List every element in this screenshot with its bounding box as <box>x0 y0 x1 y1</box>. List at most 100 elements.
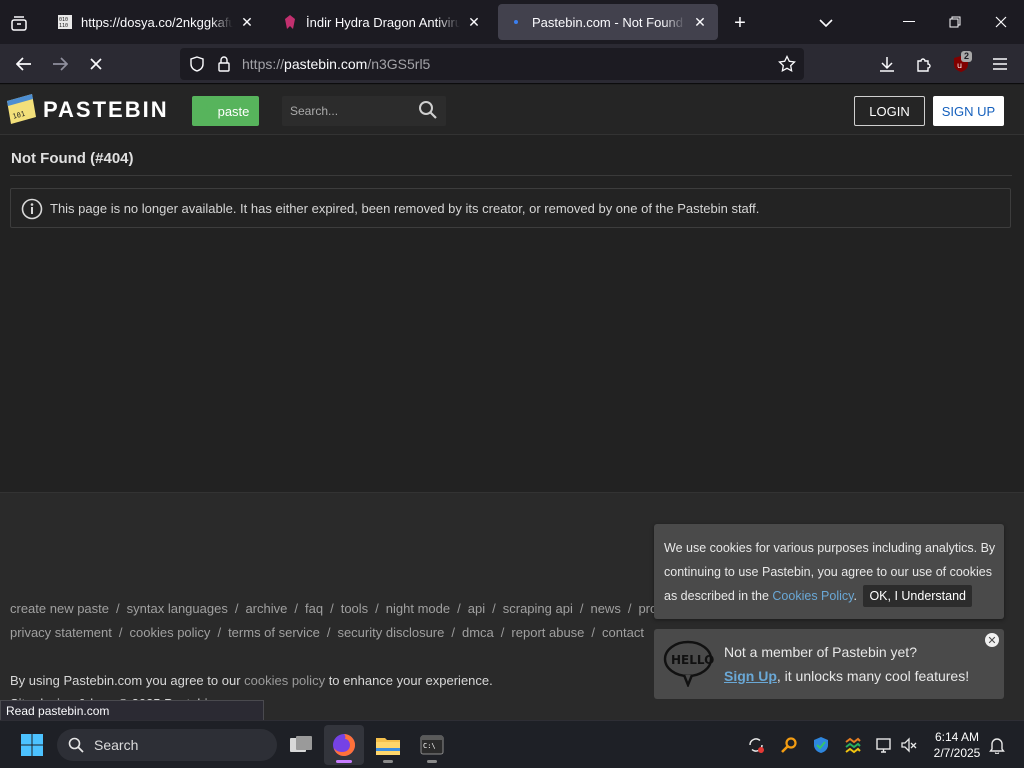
link-separator: / <box>451 625 455 640</box>
extension-count-badge: 2 <box>961 51 973 62</box>
member-signup-popup: HELLO Not a member of Pastebin yet? Sign… <box>654 629 1004 699</box>
link-separator: / <box>457 601 461 616</box>
url-scheme: https:// <box>242 56 285 72</box>
footer-link[interactable]: scraping api <box>503 601 573 616</box>
view-recent-browsing-icon[interactable] <box>8 12 30 34</box>
volume-muted-icon[interactable] <box>899 735 919 755</box>
hydra-favicon-icon <box>285 15 295 29</box>
link-separator: / <box>591 625 596 640</box>
windows-start-icon[interactable] <box>12 725 52 765</box>
footer-link[interactable]: syntax languages <box>127 601 228 616</box>
downloads-icon[interactable] <box>871 48 903 80</box>
url-text[interactable]: https://pastebin.com/n3GS5rl5 <box>242 56 430 72</box>
cookies-policy-link[interactable]: cookies policy <box>244 673 325 688</box>
cookie-consent-text: We use cookies for various purposes incl… <box>664 536 999 608</box>
clock-date: 2/7/2025 <box>933 746 981 760</box>
footer-link[interactable]: contact <box>602 625 644 640</box>
bookmark-star-icon[interactable] <box>778 55 796 73</box>
cookie-ok-button[interactable]: OK, I Understand <box>863 585 973 607</box>
cookie-period: . <box>853 589 857 603</box>
footer-link[interactable]: night mode <box>386 601 450 616</box>
link-separator: / <box>234 601 239 616</box>
back-arrow-icon[interactable] <box>8 48 40 80</box>
lock-icon[interactable] <box>217 56 231 72</box>
cookies-policy-link[interactable]: Cookies Policy <box>772 589 853 603</box>
footer-link[interactable]: dmca <box>462 625 494 640</box>
url-host: pastebin.com <box>284 56 368 72</box>
paste-label: paste <box>217 103 250 119</box>
footer-link[interactable]: report abuse <box>511 625 584 640</box>
tracking-protection-shield-icon[interactable] <box>189 56 205 72</box>
search-icon[interactable] <box>418 100 438 120</box>
footer-link[interactable]: create new paste <box>10 601 109 616</box>
colorful-app-tray-icon[interactable] <box>843 735 863 755</box>
minimize-window-icon[interactable] <box>886 0 932 44</box>
tab-title: Pastebin.com - Not Found (#404) <box>532 14 686 30</box>
tab-title: https://dosya.co/2nkggkafuw21 <box>81 14 233 30</box>
link-separator: / <box>326 625 331 640</box>
svg-text:u: u <box>957 61 962 70</box>
svg-text:110: 110 <box>59 23 68 29</box>
terminal-icon[interactable]: C:\ <box>412 725 452 765</box>
pastebin-header: 101 PASTEBIN paste LOGIN SIGN UP <box>0 85 1024 135</box>
sync-update-icon[interactable] <box>746 735 766 755</box>
running-app-indicator <box>427 760 437 763</box>
extensions-puzzle-icon[interactable] <box>908 48 940 80</box>
footer-link[interactable]: privacy statement <box>10 625 112 640</box>
search-icon <box>68 737 84 753</box>
login-button[interactable]: LOGIN <box>854 96 925 126</box>
windows-taskbar: Search C:\ 6:14 AM 2/7/2025 <box>0 720 1024 768</box>
file-explorer-icon[interactable] <box>368 725 408 765</box>
hello-speech-bubble-icon: HELLO <box>663 640 714 687</box>
footer-link[interactable]: cookies policy <box>130 625 211 640</box>
link-separator: / <box>627 601 632 616</box>
pastebin-logo-icon[interactable]: 101 <box>4 91 38 127</box>
tab-pastebin[interactable]: Pastebin.com - Not Found (#404) ✕ <box>498 4 718 40</box>
defender-shield-icon[interactable] <box>811 735 831 755</box>
signup-button[interactable]: SIGN UP <box>933 96 1004 126</box>
new-tab-plus-icon[interactable]: + <box>729 12 751 34</box>
address-bar[interactable]: https://pastebin.com/n3GS5rl5 <box>180 48 804 80</box>
firefox-taskbar-icon[interactable] <box>324 725 364 765</box>
network-monitor-icon[interactable] <box>874 735 894 755</box>
link-separator: / <box>492 601 496 616</box>
footer-link[interactable]: security disclosure <box>337 625 444 640</box>
task-view-icon[interactable] <box>281 725 321 765</box>
close-tab-icon[interactable]: ✕ <box>239 14 255 31</box>
search-magnifier-tray-icon[interactable] <box>779 735 799 755</box>
close-popup-icon[interactable]: ✕ <box>985 633 999 647</box>
tab-hydra-dragon[interactable]: İndir Hydra Dragon Antivirus Dr ✕ <box>272 4 492 40</box>
status-bar-tooltip: Read pastebin.com <box>0 700 264 721</box>
taskbar-search-box[interactable]: Search <box>57 729 277 761</box>
stop-loading-x-icon[interactable] <box>80 48 112 80</box>
restore-window-icon[interactable] <box>932 0 978 44</box>
close-tab-icon[interactable]: ✕ <box>692 14 708 31</box>
main-content: Not Found (#404) This page is no longer … <box>0 135 1024 493</box>
footer-link[interactable]: api <box>468 601 485 616</box>
notification-bell-icon[interactable] <box>987 735 1007 755</box>
tab-dosya[interactable]: 010110 https://dosya.co/2nkggkafuw21 ✕ <box>47 4 265 40</box>
pastebin-brand[interactable]: PASTEBIN <box>43 97 169 123</box>
cookie-consent-popup: We use cookies for various purposes incl… <box>654 524 1004 619</box>
footer-link[interactable]: news <box>590 601 620 616</box>
link-separator: / <box>116 601 120 616</box>
footer-link[interactable]: tools <box>341 601 368 616</box>
close-window-icon[interactable] <box>978 0 1024 44</box>
hamburger-menu-icon[interactable] <box>984 48 1016 80</box>
footer-link[interactable]: archive <box>245 601 287 616</box>
forward-arrow-icon[interactable] <box>44 48 76 80</box>
not-found-message: This page is no longer available. It has… <box>50 201 760 216</box>
browser-tab-bar: 010110 https://dosya.co/2nkggkafuw21 ✕ İ… <box>0 0 1024 44</box>
footer-links-row-1: create new paste / syntax languages / archiv… <box>10 601 657 616</box>
link-separator: / <box>500 625 505 640</box>
close-tab-icon[interactable]: ✕ <box>466 14 482 31</box>
new-paste-button[interactable]: paste <box>192 96 259 126</box>
svg-text:HELLO: HELLO <box>671 653 714 667</box>
title-divider <box>10 175 1012 176</box>
signup-link[interactable]: Sign Up <box>724 668 777 684</box>
footer-link[interactable]: faq <box>305 601 323 616</box>
ublock-extension-icon[interactable]: u 2 <box>945 48 977 80</box>
system-clock[interactable]: 6:14 AM 2/7/2025 <box>928 729 986 761</box>
footer-link[interactable]: terms of service <box>228 625 320 640</box>
list-all-tabs-chevron-down-icon[interactable] <box>815 12 837 34</box>
